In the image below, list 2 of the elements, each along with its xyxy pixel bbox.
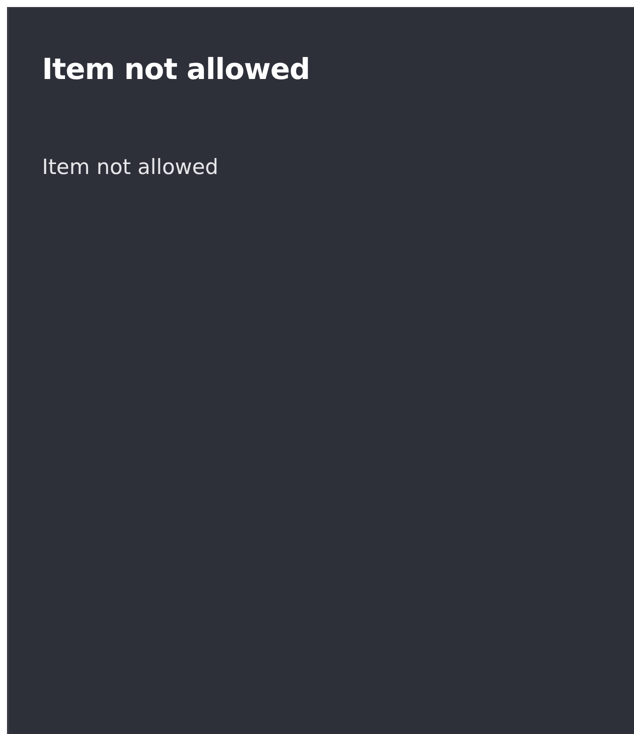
dialog-message: Item not allowed [42, 154, 218, 180]
dialog-title: Item not allowed [42, 52, 310, 86]
